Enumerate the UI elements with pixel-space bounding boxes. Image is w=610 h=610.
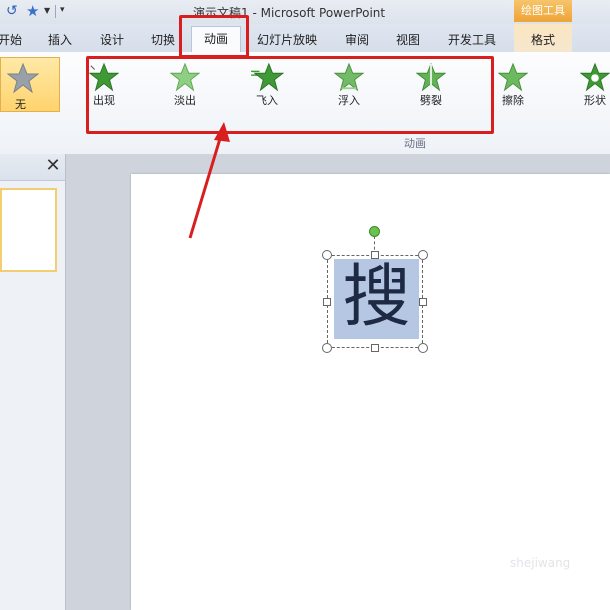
annotation-arrow: [188, 122, 230, 239]
